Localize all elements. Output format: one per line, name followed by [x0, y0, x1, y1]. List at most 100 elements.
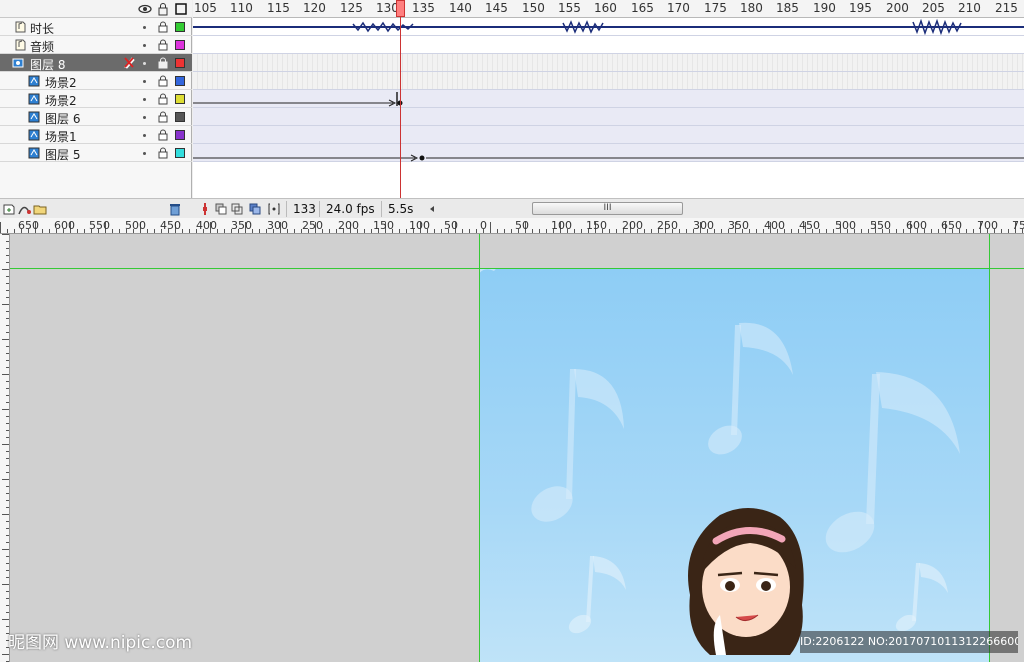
tween-layer-icon [28, 111, 40, 123]
pencil-icon [124, 57, 135, 69]
frame-number: 140 [449, 1, 472, 15]
lock-icon[interactable] [158, 111, 168, 123]
cartoon-girl-character[interactable] [680, 505, 820, 662]
lock-icon[interactable] [158, 57, 168, 69]
outline-icon[interactable] [174, 2, 188, 16]
outline-color-swatch[interactable] [175, 130, 185, 140]
outline-color-swatch[interactable] [175, 76, 185, 86]
frame-track-tween[interactable] [193, 126, 1024, 144]
tween-layer-icon [28, 129, 40, 141]
ruler-label: 75 [1012, 219, 1024, 232]
add-layer-icon[interactable] [2, 202, 16, 216]
trash-icon[interactable] [168, 202, 182, 216]
ruler-label: 250 [657, 219, 678, 232]
ruler-label: 0 [480, 219, 487, 232]
visibility-dot[interactable] [143, 80, 146, 83]
layer-name: 场景2 [45, 94, 77, 108]
scroll-grip: III [603, 203, 612, 213]
lock-icon[interactable] [158, 39, 168, 51]
visibility-dot[interactable] [143, 134, 146, 137]
lock-icon[interactable] [158, 75, 168, 87]
tween-arrow [193, 154, 1024, 162]
stage-work-area[interactable] [10, 234, 1024, 662]
outline-color-swatch[interactable] [175, 58, 185, 68]
lock-icon[interactable] [156, 2, 170, 16]
layer-row[interactable]: 场景2 [0, 90, 192, 108]
lock-icon[interactable] [158, 21, 168, 33]
layer-row-selected[interactable]: 图层 8 [0, 54, 192, 72]
layer-row[interactable]: 音频 [0, 36, 192, 54]
layer-name: 时长 [30, 22, 55, 36]
layer-row[interactable]: 图层 5 [0, 144, 192, 162]
playhead-handle[interactable] [396, 0, 405, 17]
layer-row[interactable]: 场景1 [0, 126, 192, 144]
tween-layer-icon [28, 75, 40, 87]
outline-color-swatch[interactable] [175, 112, 185, 122]
ruler-label: 500 [835, 219, 856, 232]
layer-name: 场景1 [45, 130, 77, 144]
visibility-dot[interactable] [143, 62, 146, 65]
layer-row[interactable]: 场景2 [0, 72, 192, 90]
frame-track[interactable] [193, 72, 1024, 90]
ruler-label: 200 [338, 219, 359, 232]
frame-ruler[interactable]: 105 110 115 120 125 130 135 140 145 150 … [193, 0, 1024, 18]
horizontal-ruler[interactable]: 650 600 550 500 450 400 350 300 250 200 … [0, 218, 1024, 234]
onion-skin-icon[interactable] [214, 202, 228, 216]
scroll-left-icon[interactable] [425, 202, 439, 216]
cloud-graphic [480, 269, 516, 273]
onion-skin-outline-icon[interactable] [230, 202, 244, 216]
visibility-dot[interactable] [143, 116, 146, 119]
lock-icon[interactable] [158, 129, 168, 141]
timeline-scrollbar-thumb[interactable]: III [532, 202, 683, 215]
add-motion-guide-icon[interactable] [17, 202, 31, 216]
center-frame-icon[interactable] [198, 202, 212, 216]
ruler-label: 300 [267, 219, 288, 232]
frame-number: 215 [995, 1, 1018, 15]
frame-number: 145 [485, 1, 508, 15]
ruler-label: 400 [764, 219, 785, 232]
ruler-label: 700 [977, 219, 998, 232]
outline-color-swatch[interactable] [175, 94, 185, 104]
frame-number: 210 [958, 1, 981, 15]
layer-name: 音频 [30, 40, 55, 54]
ruler-label: 350 [728, 219, 749, 232]
frame-track[interactable] [193, 36, 1024, 54]
vertical-ruler[interactable] [0, 234, 10, 662]
frame-number: 105 [194, 1, 217, 15]
ruler-label: 100 [551, 219, 572, 232]
ruler-label: 550 [89, 219, 110, 232]
stage-canvas[interactable] [480, 269, 989, 662]
ruler-label: 250 [302, 219, 323, 232]
ruler-label: 650 [941, 219, 962, 232]
frame-rate-display[interactable]: 24.0 fps [319, 201, 377, 217]
frame-number: 125 [340, 1, 363, 15]
frames-area[interactable] [193, 18, 1024, 198]
lock-icon[interactable] [158, 93, 168, 105]
visibility-dot[interactable] [143, 26, 146, 29]
frame-track-selected[interactable] [193, 54, 1024, 72]
layer-row[interactable]: 图层 6 [0, 108, 192, 126]
add-folder-icon[interactable] [33, 202, 47, 216]
ruler-label: 150 [586, 219, 607, 232]
ruler-label: 100 [409, 219, 430, 232]
frame-track-audio[interactable] [193, 18, 1024, 36]
current-frame-display: 133 [286, 201, 318, 217]
ruler-label: 200 [622, 219, 643, 232]
lock-icon[interactable] [158, 147, 168, 159]
frame-number: 205 [922, 1, 945, 15]
frame-track-tween[interactable] [193, 108, 1024, 126]
frame-track-tween[interactable] [193, 90, 1024, 108]
modify-onion-markers-icon[interactable] [267, 202, 281, 216]
visibility-dot[interactable] [143, 44, 146, 47]
visibility-dot[interactable] [143, 98, 146, 101]
layer-row[interactable]: 时长 [0, 18, 192, 36]
outline-color-swatch[interactable] [175, 148, 185, 158]
eye-icon[interactable] [138, 2, 152, 16]
guide-line-vertical[interactable] [989, 234, 990, 662]
outline-color-swatch[interactable] [175, 22, 185, 32]
frame-track-tween[interactable] [193, 144, 1024, 162]
outline-color-swatch[interactable] [175, 40, 185, 50]
ruler-label: 550 [870, 219, 891, 232]
visibility-dot[interactable] [143, 152, 146, 155]
edit-multiple-frames-icon[interactable] [248, 202, 262, 216]
